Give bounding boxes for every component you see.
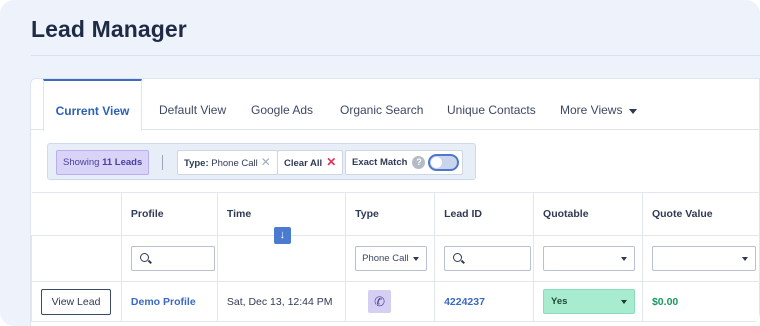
filter-cell-type: Phone Call <box>345 235 436 282</box>
column-header-quote-value[interactable]: Quote Value <box>641 192 760 236</box>
exact-match-toggle[interactable] <box>428 153 460 171</box>
chevron-down-icon <box>621 257 628 261</box>
view-tabs: Current View Default View Google Ads Org… <box>31 79 760 131</box>
tab-more-views[interactable]: More Views <box>560 79 638 130</box>
more-views-label: More Views <box>560 103 623 117</box>
column-header-lead-id[interactable]: Lead ID <box>434 192 535 236</box>
row-type-cell: ✆ <box>345 281 436 322</box>
quotable-status-select[interactable]: Yes <box>543 289 636 314</box>
quote-value-select[interactable] <box>651 246 756 271</box>
chevron-down-icon <box>629 109 638 115</box>
exact-match-label: Exact Match <box>352 157 408 168</box>
type-select-value: Phone Call <box>362 253 409 264</box>
title-divider <box>31 55 760 56</box>
tab-unique-contacts[interactable]: Unique Contacts <box>447 79 536 130</box>
column-header-profile[interactable]: Profile <box>120 192 218 236</box>
chevron-down-icon <box>741 257 748 261</box>
help-icon[interactable]: ? <box>412 155 426 169</box>
column-header-time-label: Time <box>226 208 252 220</box>
clear-icon: ✕ <box>326 155 337 169</box>
row-quote-value-cell: $0.00 <box>641 281 760 322</box>
table-filter-row: Phone Call <box>31 235 760 282</box>
column-header-type[interactable]: Type <box>345 192 436 236</box>
type-filter-value: Phone Call <box>211 158 258 169</box>
row-profile-cell: Demo Profile <box>120 281 218 322</box>
showing-prefix: Showing <box>63 157 100 168</box>
filter-cell-empty <box>31 235 122 282</box>
column-header-actions <box>31 192 122 236</box>
profile-search-input[interactable] <box>130 246 215 271</box>
filter-bar: Showing 11 Leads Type: Phone Call ✕ Clear… <box>47 143 476 180</box>
tab-organic-search[interactable]: Organic Search <box>340 79 423 130</box>
lead-id-search-input[interactable] <box>444 246 532 271</box>
chevron-down-icon <box>621 300 628 304</box>
filter-cell-profile <box>120 235 218 282</box>
exact-match-control: Exact Match? <box>345 150 464 175</box>
lead-id-link[interactable]: 4224237 <box>444 296 485 308</box>
leads-table: Profile Time ↓ Type Lead ID Quotable Quot… <box>31 192 760 322</box>
phone-icon: ✆ <box>368 290 392 313</box>
view-lead-button[interactable]: View Lead <box>41 288 111 315</box>
table-header-row: Profile Time ↓ Type Lead ID Quotable Quot… <box>31 192 760 244</box>
quotable-select[interactable] <box>543 246 636 271</box>
toggle-knob <box>431 156 443 168</box>
type-filter-chip[interactable]: Type: Phone Call ✕ <box>177 150 278 175</box>
clear-all-button[interactable]: Clear All ✕ <box>277 150 344 175</box>
tab-google-ads[interactable]: Google Ads <box>251 79 313 130</box>
row-time-cell: Sat, Dec 13, 12:44 PM <box>216 281 347 322</box>
page-title: Lead Manager <box>31 16 187 42</box>
column-header-quotable[interactable]: Quotable <box>533 192 643 236</box>
leads-card: Current View Default View Google Ads Org… <box>30 78 760 326</box>
row-quotable-cell: Yes <box>533 281 643 322</box>
showing-count-badge: Showing 11 Leads <box>56 150 150 175</box>
clear-all-label: Clear All <box>284 158 323 169</box>
type-filter-label: Type: <box>184 158 209 169</box>
filter-cell-quote-value <box>641 235 760 282</box>
table-row: View Lead Demo Profile Sat, Dec 13, 12:4… <box>31 281 760 322</box>
sort-arrow-down-icon[interactable]: ↓ <box>273 227 291 244</box>
app-frame: Lead Manager Current View Default View G… <box>0 0 760 326</box>
remove-filter-icon[interactable]: ✕ <box>261 155 271 169</box>
filter-cell-quotable <box>533 235 643 282</box>
column-header-time[interactable]: Time ↓ <box>216 192 347 244</box>
tab-current-view[interactable]: Current View <box>43 79 142 131</box>
showing-count: 11 Leads <box>102 157 143 168</box>
type-select[interactable]: Phone Call <box>355 246 428 271</box>
filter-separator <box>162 155 163 170</box>
filter-cell-lead-id <box>434 235 535 282</box>
row-lead-id-cell: 4224237 <box>434 281 535 322</box>
tab-default-view[interactable]: Default View <box>159 79 226 130</box>
profile-link[interactable]: Demo Profile <box>131 296 196 308</box>
quote-value: $0.00 <box>651 295 679 308</box>
search-icon <box>139 253 149 262</box>
chevron-down-icon <box>413 257 420 261</box>
row-action-cell: View Lead <box>31 281 122 322</box>
search-icon <box>453 253 463 262</box>
quotable-status-value: Yes <box>551 296 568 307</box>
